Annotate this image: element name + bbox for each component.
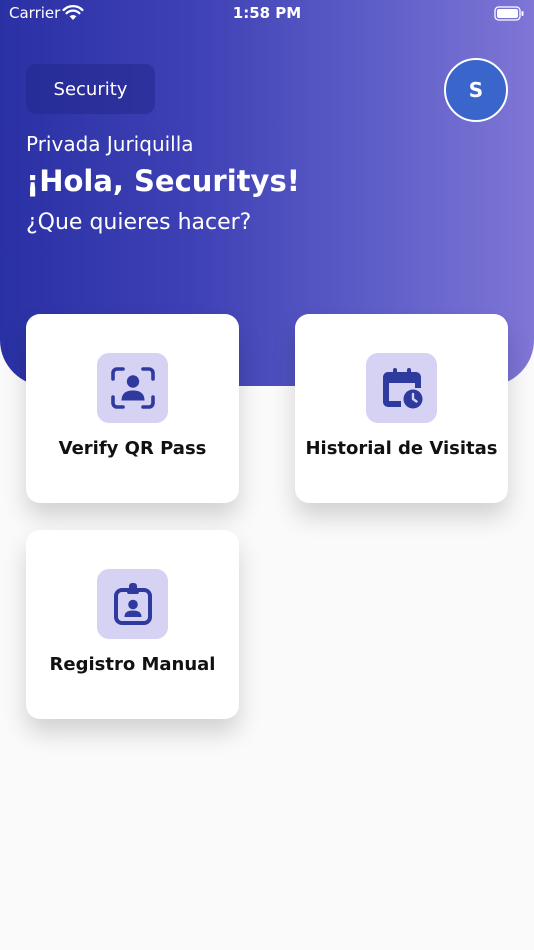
status-bar: Carrier 1:58 PM — [0, 0, 534, 28]
historial-de-visitas-label: Historial de Visitas — [305, 438, 498, 459]
avatar[interactable]: S — [444, 58, 508, 122]
clock: 1:58 PM — [232, 4, 302, 22]
battery-icon — [494, 6, 524, 25]
registro-manual-card[interactable]: Registro Manual — [26, 530, 239, 719]
home-screen: Carrier 1:58 PM Security S Privada Juriq… — [0, 0, 534, 950]
id-badge-icon — [97, 569, 168, 639]
registro-manual-label: Registro Manual — [49, 654, 216, 675]
action-prompt: ¿Que quieres hacer? — [26, 210, 252, 235]
community-name: Privada Juriquilla — [26, 132, 194, 156]
historial-de-visitas-card[interactable]: Historial de Visitas — [295, 314, 508, 503]
greeting-title: ¡Hola, Securitys! — [26, 164, 300, 198]
verify-qr-pass-label: Verify QR Pass — [58, 438, 207, 459]
role-chip: Security — [26, 64, 155, 114]
verify-qr-pass-card[interactable]: Verify QR Pass — [26, 314, 239, 503]
qr-scan-person-icon — [97, 353, 168, 423]
calendar-clock-icon — [366, 353, 437, 423]
